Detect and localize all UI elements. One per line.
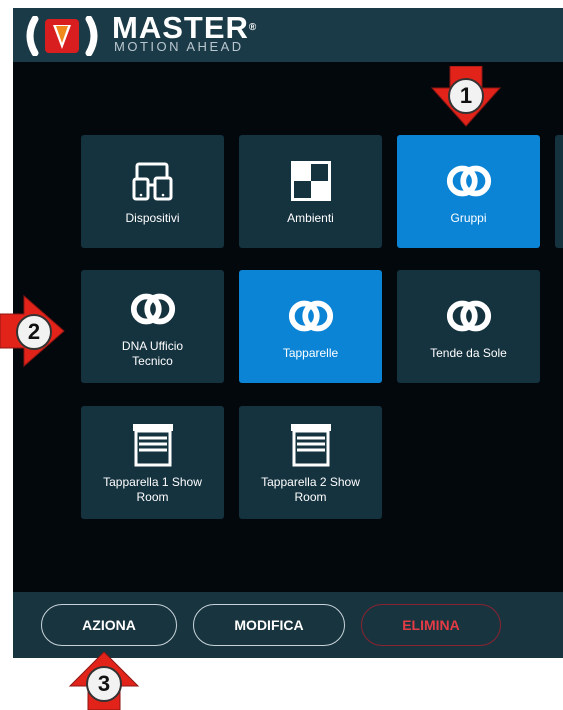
callout-badge-3: 3 <box>86 666 122 702</box>
aziona-button[interactable]: AZIONA <box>41 604 177 646</box>
tile-partial-offscreen[interactable] <box>555 135 563 248</box>
devices-icon <box>129 157 177 205</box>
group-icon <box>287 292 335 340</box>
tile-tende-da-sole[interactable]: Tende da Sole <box>397 270 540 383</box>
tile-label: Tapparella 2 Show Room <box>261 474 360 504</box>
rooms-icon <box>287 157 335 205</box>
brand-tagline: MOTION AHEAD <box>114 39 244 54</box>
shutter-icon <box>287 421 335 469</box>
action-bar: AZIONA MODIFICA ELIMINA <box>13 592 563 658</box>
tile-gruppi[interactable]: Gruppi <box>397 135 540 248</box>
tile-tapparella-2-show-room[interactable]: Tapparella 2 Show Room <box>239 406 382 519</box>
tile-tapparella-1-show-room[interactable]: Tapparella 1 Show Room <box>81 406 224 519</box>
tile-dna-ufficio-tecnico[interactable]: DNA Ufficio Tecnico <box>81 270 224 383</box>
group-icon <box>129 285 177 333</box>
tile-dispositivi[interactable]: Dispositivi <box>81 135 224 248</box>
tile-label: Ambienti <box>287 211 334 225</box>
shutter-icon <box>129 421 177 469</box>
tile-tapparelle[interactable]: Tapparelle <box>239 270 382 383</box>
tile-label: Tende da Sole <box>430 346 507 360</box>
callout-badge-2: 2 <box>16 314 52 350</box>
master-logo-icon <box>26 16 98 56</box>
group-icon <box>445 292 493 340</box>
tile-label: Tapparella 1 Show Room <box>103 474 202 504</box>
tile-label: Dispositivi <box>125 211 180 225</box>
groups-icon <box>445 157 493 205</box>
elimina-button[interactable]: ELIMINA <box>361 604 501 646</box>
tile-label: Tapparelle <box>282 346 339 360</box>
callout-badge-1: 1 <box>448 78 484 114</box>
modifica-button[interactable]: MODIFICA <box>193 604 345 646</box>
app-header: MASTER® MOTION AHEAD <box>13 8 563 62</box>
tile-label: Gruppi <box>450 211 487 225</box>
tile-label: DNA Ufficio Tecnico <box>121 338 184 368</box>
tile-ambienti[interactable]: Ambienti <box>239 135 382 248</box>
